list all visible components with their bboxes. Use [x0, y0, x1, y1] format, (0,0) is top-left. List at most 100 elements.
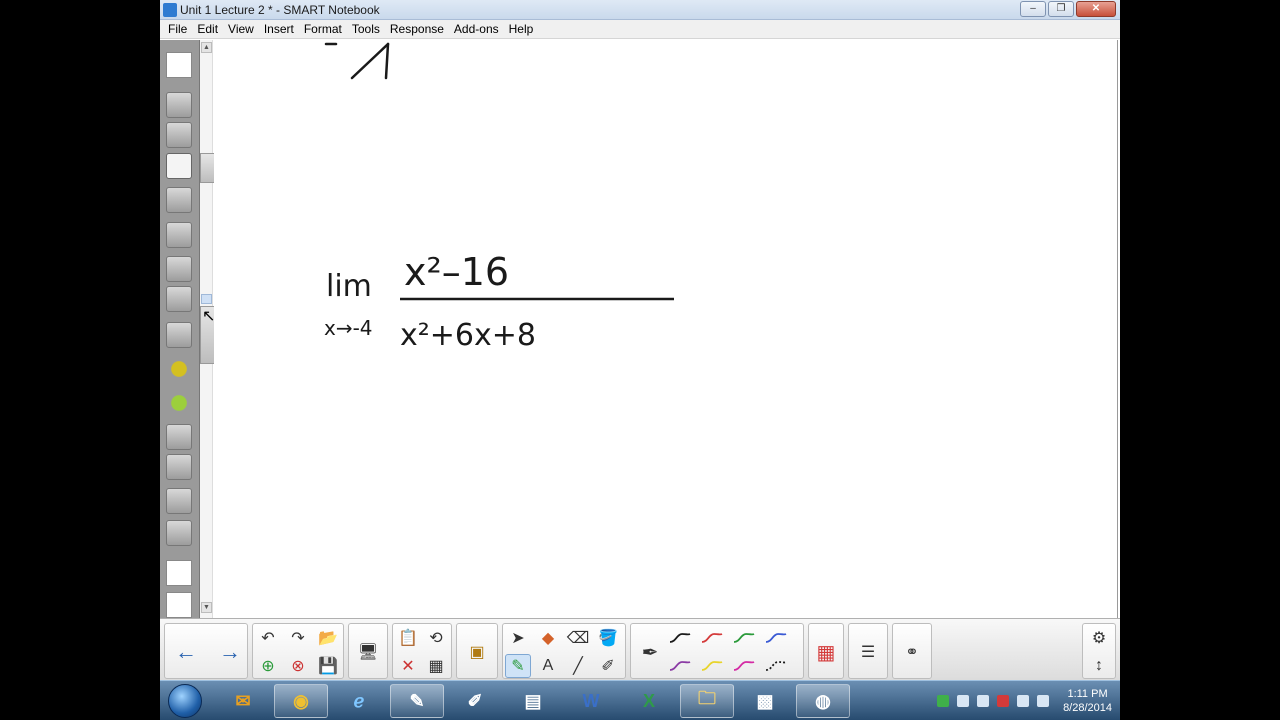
minimize-button[interactable]: – [1020, 1, 1046, 17]
redo-side-icon[interactable] [166, 488, 192, 514]
fill-icon[interactable]: 🪣 [595, 626, 621, 650]
start-button[interactable] [168, 684, 202, 718]
app-icon [163, 3, 177, 17]
arrow-right-icon[interactable]: → [217, 639, 243, 664]
color-group: ▦ [808, 623, 844, 679]
word-taskbar-icon[interactable]: W [564, 684, 618, 718]
clipboard-group: 📋 ⟲ ✕ ▦ [392, 623, 452, 679]
gear-icon[interactable]: ⚙ [1086, 626, 1112, 650]
pen-style-swatch[interactable] [731, 626, 757, 650]
whiteboard-canvas[interactable]: lim x→-4 x²–16 x²+6x+8 [214, 40, 1118, 618]
save-icon[interactable]: 💾 [315, 654, 341, 678]
undo-side-icon[interactable] [166, 454, 192, 480]
pen-style-swatch[interactable] [763, 654, 789, 678]
top-sketch-fragment [324, 42, 390, 80]
side-panel [160, 40, 200, 618]
toolbar-position-icon[interactable]: ↕ [1086, 654, 1112, 678]
menu-format[interactable]: Format [300, 22, 348, 36]
file-manager-taskbar-icon[interactable]: ▤ [506, 684, 560, 718]
tray-network-icon[interactable] [977, 695, 990, 707]
smart-tools-taskbar-icon[interactable]: ✐ [448, 684, 502, 718]
text-icon[interactable]: A [535, 654, 561, 678]
menu-file[interactable]: File [164, 22, 193, 36]
pen-style-swatch[interactable] [763, 626, 789, 650]
tray-volume-icon[interactable] [1037, 695, 1050, 707]
excel-taskbar-icon[interactable]: X [622, 684, 676, 718]
pen-variant-icon[interactable] [166, 187, 192, 213]
pen-style-swatch[interactable] [667, 654, 693, 678]
add-page-icon[interactable] [166, 560, 192, 586]
pen-style-swatch[interactable] [731, 654, 757, 678]
pen-tool-icon-main[interactable]: ✒ [637, 640, 663, 664]
menu-tools[interactable]: Tools [348, 22, 386, 36]
tray-flag-icon[interactable] [997, 695, 1010, 707]
properties-group: ⚭ [892, 623, 932, 679]
highlighter-green-icon[interactable] [166, 390, 192, 416]
document-camera-icon[interactable]: ▣ [464, 640, 490, 664]
properties-icon[interactable]: ⚭ [899, 640, 925, 664]
add-page-button-icon[interactable]: ⊕ [255, 654, 281, 678]
menu-view[interactable]: View [224, 22, 260, 36]
line-tool-icon[interactable]: ╱ [565, 654, 591, 678]
menu-response[interactable]: Response [386, 22, 450, 36]
scroll-thumb[interactable] [201, 294, 212, 304]
scroll-up-icon[interactable]: ▲ [201, 42, 212, 53]
color-palette-icon[interactable]: ▦ [813, 640, 839, 664]
line-icon[interactable] [166, 424, 192, 450]
paste-icon[interactable]: 📋 [395, 626, 421, 650]
smart-notebook-taskbar-icon[interactable]: ✎ [390, 684, 444, 718]
tray-app-icon[interactable] [937, 695, 950, 707]
pencil-icon[interactable] [166, 286, 192, 312]
clock[interactable]: 1:11 PM 8/28/2014 [1063, 687, 1112, 715]
pens-icon[interactable]: ✎ [505, 654, 531, 678]
marker-icon[interactable] [166, 256, 192, 282]
eraser-tool-icon[interactable]: ⌫ [565, 626, 591, 650]
delete-page-icon[interactable] [166, 592, 192, 618]
chrome-taskbar-icon[interactable]: ◉ [274, 684, 328, 718]
menu-addons[interactable]: Add-ons [450, 22, 505, 36]
limit-subscript: x→-4 [324, 316, 373, 340]
pen-tool-icon[interactable] [166, 153, 192, 179]
limit-operator: lim [326, 269, 372, 304]
pen-styles-group: ✒ [630, 623, 804, 679]
minecraft-taskbar-icon[interactable]: ▩ [738, 684, 792, 718]
menu-help[interactable]: Help [505, 22, 540, 36]
scroll-down-icon[interactable]: ▼ [201, 602, 212, 613]
maximize-button[interactable]: ❐ [1048, 1, 1074, 17]
menu-edit[interactable]: Edit [193, 22, 224, 36]
select-arrow-icon[interactable]: ➤ [505, 626, 531, 650]
undo-icon[interactable]: ↶ [255, 626, 281, 650]
open-file-icon[interactable]: 📂 [315, 626, 341, 650]
screen-shade-icon[interactable]: 🖥 [355, 640, 381, 664]
eraser-icon[interactable] [166, 222, 192, 248]
clock-time: 1:11 PM [1067, 688, 1108, 700]
table-icon[interactable]: ▦ [423, 654, 449, 678]
magic-pen-icon[interactable] [166, 520, 192, 546]
gallery-icon[interactable] [166, 92, 192, 118]
reset-page-icon[interactable]: ⟲ [423, 626, 449, 650]
arrow-left-icon[interactable]: ← [173, 639, 199, 664]
outlook-taskbar-icon[interactable]: ✉ [216, 684, 270, 718]
close-button[interactable]: ✕ [1076, 1, 1116, 17]
tray-display-icon[interactable] [1017, 695, 1030, 707]
pen-style-swatch[interactable] [667, 626, 693, 650]
attachments-icon[interactable] [166, 122, 192, 148]
tray-sync-icon[interactable] [957, 695, 970, 707]
menu-insert[interactable]: Insert [260, 22, 300, 36]
recorder-taskbar-icon[interactable]: ◍ [796, 684, 850, 718]
delete-page-button-icon[interactable]: ⊗ [285, 654, 311, 678]
shape-icon[interactable] [166, 322, 192, 348]
line-style-icon[interactable]: ☰ [855, 640, 881, 664]
fraction-denominator: x²+6x+8 [400, 318, 536, 353]
magic-pen-tool-icon[interactable]: ✐ [595, 654, 621, 678]
settings-group: ⚙ ↕ [1082, 623, 1116, 679]
pen-style-swatch[interactable] [699, 626, 725, 650]
internet-explorer-taskbar-icon[interactable]: ℯ [332, 684, 386, 718]
redo-icon[interactable]: ↷ [285, 626, 311, 650]
page-sorter-icon[interactable] [166, 52, 192, 78]
highlighter-yellow-icon[interactable] [166, 356, 192, 382]
explorer-taskbar-icon[interactable]: 🗀 [680, 684, 734, 718]
shapes-icon[interactable]: ◆ [535, 626, 561, 650]
pen-style-swatch[interactable] [699, 654, 725, 678]
delete-icon[interactable]: ✕ [395, 654, 421, 678]
